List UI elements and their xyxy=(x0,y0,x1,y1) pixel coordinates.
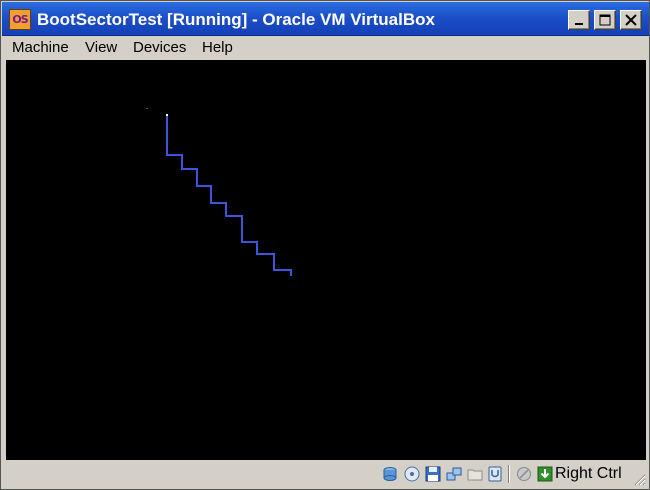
usb-icon[interactable] xyxy=(487,466,503,482)
close-icon xyxy=(625,14,637,26)
minimize-button[interactable] xyxy=(568,10,590,30)
maximize-icon xyxy=(599,14,611,26)
host-key-label: Right Ctrl xyxy=(555,465,622,482)
resize-grip-icon[interactable] xyxy=(632,472,646,486)
menu-view[interactable]: View xyxy=(85,39,117,56)
status-bar: Right Ctrl xyxy=(2,460,649,489)
staircase-line xyxy=(166,116,292,276)
network-icon[interactable] xyxy=(446,466,462,482)
mouse-integration-icon[interactable] xyxy=(516,466,532,482)
keyboard-capture-icon[interactable] xyxy=(537,466,553,482)
menu-devices[interactable]: Devices xyxy=(133,39,186,56)
optical-drive-icon[interactable] xyxy=(404,466,420,482)
stray-pixel xyxy=(146,108,148,109)
title-bar[interactable]: OS BootSectorTest [Running] - Oracle VM … xyxy=(2,2,649,36)
maximize-button[interactable] xyxy=(594,10,616,30)
close-button[interactable] xyxy=(620,10,642,30)
window-title: BootSectorTest [Running] - Oracle VM Vir… xyxy=(37,10,435,29)
menu-help[interactable]: Help xyxy=(202,39,233,56)
floppy-icon[interactable] xyxy=(425,466,441,482)
menu-machine[interactable]: Machine xyxy=(12,39,69,56)
status-separator xyxy=(508,465,510,483)
virtualbox-window: OS BootSectorTest [Running] - Oracle VM … xyxy=(0,0,650,490)
minimize-icon xyxy=(575,23,583,25)
vm-screen-canvas xyxy=(146,108,292,276)
hard-disk-icon[interactable] xyxy=(382,466,398,482)
menu-bar: Machine View Devices Help xyxy=(2,37,649,58)
vm-display[interactable] xyxy=(6,60,646,460)
virtualbox-app-icon[interactable]: OS xyxy=(9,9,31,30)
shared-folders-icon[interactable] xyxy=(467,466,483,482)
cursor-dot xyxy=(166,114,168,116)
